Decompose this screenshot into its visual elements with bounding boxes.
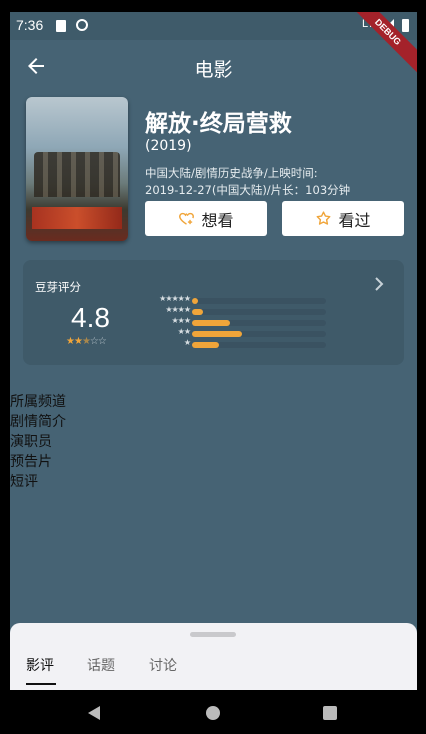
chevron-right-icon[interactable] bbox=[372, 276, 386, 297]
movie-year: (2019) bbox=[145, 138, 192, 154]
movie-info-line2: 2019-12-27(中国大陆)/片长：103分钟 bbox=[145, 183, 351, 197]
rating-bar-stars: ★★ bbox=[177, 327, 191, 336]
rating-bar-stars: ★★★★ bbox=[165, 305, 191, 314]
rating-star-icon: ★ bbox=[73, 336, 83, 347]
rating-bar-row: ★★★★★ bbox=[130, 294, 330, 306]
rating-bar-fill bbox=[192, 342, 219, 348]
sync-icon bbox=[76, 19, 88, 31]
heart-plus-icon bbox=[179, 212, 195, 225]
tab-1[interactable]: 话题 bbox=[87, 655, 115, 675]
rating-star-icon: ★ bbox=[81, 336, 91, 347]
bottom-sheet[interactable]: 影评 话题 讨论 bbox=[10, 623, 417, 690]
app-screen: 7:36 LTE DEBUG 电影 解放·终局营救 (2019) 中国大陆/剧情… bbox=[10, 12, 417, 690]
drag-handle[interactable] bbox=[190, 632, 236, 637]
rating-bar-row: ★★★ bbox=[130, 316, 330, 328]
sd-card-icon bbox=[56, 20, 66, 32]
rating-bar-track bbox=[192, 298, 326, 304]
rating-bar-track bbox=[192, 309, 326, 315]
rating-bar-fill bbox=[192, 309, 203, 315]
tab-2[interactable]: 讨论 bbox=[149, 655, 177, 675]
rating-bar-track bbox=[192, 331, 326, 337]
movie-info: 中国大陆/剧情历史战争/上映时间: 2019-12-27(中国大陆)/片长：10… bbox=[145, 165, 365, 199]
rating-bar-fill bbox=[192, 331, 242, 337]
rating-bar-track bbox=[192, 320, 326, 326]
rating-bar-row: ★★ bbox=[130, 327, 330, 339]
nav-home-icon[interactable] bbox=[206, 706, 220, 720]
seen-label: 看过 bbox=[338, 210, 371, 230]
rating-bar-track bbox=[192, 342, 326, 348]
rating-stars: ★★★☆☆ bbox=[66, 336, 107, 347]
rating-bar-stars: ★★★ bbox=[171, 316, 190, 325]
movie-info-line1: 中国大陆/剧情历史战争/上映时间: bbox=[145, 166, 318, 180]
nav-recents-icon[interactable] bbox=[323, 706, 337, 720]
rating-label: 豆芽评分 bbox=[35, 280, 81, 294]
rating-bar-stars: ★★★★★ bbox=[159, 294, 191, 303]
want-label: 想看 bbox=[201, 210, 234, 230]
poster-figures bbox=[34, 152, 120, 197]
tab-0[interactable]: 影评 bbox=[26, 655, 54, 675]
rating-bar-row: ★★★★ bbox=[130, 305, 330, 317]
status-time: 7:36 bbox=[16, 17, 44, 33]
movie-poster[interactable] bbox=[26, 97, 128, 241]
want-to-watch-button[interactable]: 想看 bbox=[145, 201, 267, 236]
watched-button[interactable]: 看过 bbox=[282, 201, 404, 236]
movie-title: 解放·终局营救 bbox=[145, 111, 292, 137]
status-bar: 7:36 LTE bbox=[10, 12, 417, 40]
nav-back-icon[interactable] bbox=[88, 706, 100, 720]
poster-title-art bbox=[32, 207, 122, 229]
battery-icon bbox=[402, 19, 409, 32]
section-link[interactable]: 剧情简介 bbox=[10, 412, 66, 432]
rating-card[interactable]: 豆芽评分 4.8 ★★★☆☆ ★★★★★ ★★★★ ★★★ ★★ ★ bbox=[23, 260, 404, 365]
section-list: 所属频道 剧情简介 演职员 预告片 短评 bbox=[10, 392, 66, 492]
section-link[interactable]: 所属频道 bbox=[10, 392, 66, 412]
rating-bar-fill bbox=[192, 298, 198, 304]
app-bar: 电影 bbox=[10, 40, 417, 92]
section-link[interactable]: 演职员 bbox=[10, 432, 66, 452]
star-outline-icon bbox=[317, 211, 331, 225]
section-link[interactable]: 预告片 bbox=[10, 452, 66, 472]
rating-star-icon: ★ bbox=[66, 336, 75, 347]
rating-star-icon: ☆ bbox=[97, 336, 107, 347]
rating-bar-fill bbox=[192, 320, 230, 326]
rating-score: 4.8 bbox=[71, 302, 110, 333]
page-title: 电影 bbox=[194, 59, 233, 81]
tab-indicator bbox=[26, 683, 56, 685]
system-nav-bar bbox=[0, 690, 426, 734]
rating-bar-row: ★ bbox=[130, 338, 330, 350]
rating-star-icon: ☆ bbox=[89, 336, 99, 347]
rating-bar-stars: ★ bbox=[183, 338, 191, 347]
section-link[interactable]: 短评 bbox=[10, 472, 66, 492]
